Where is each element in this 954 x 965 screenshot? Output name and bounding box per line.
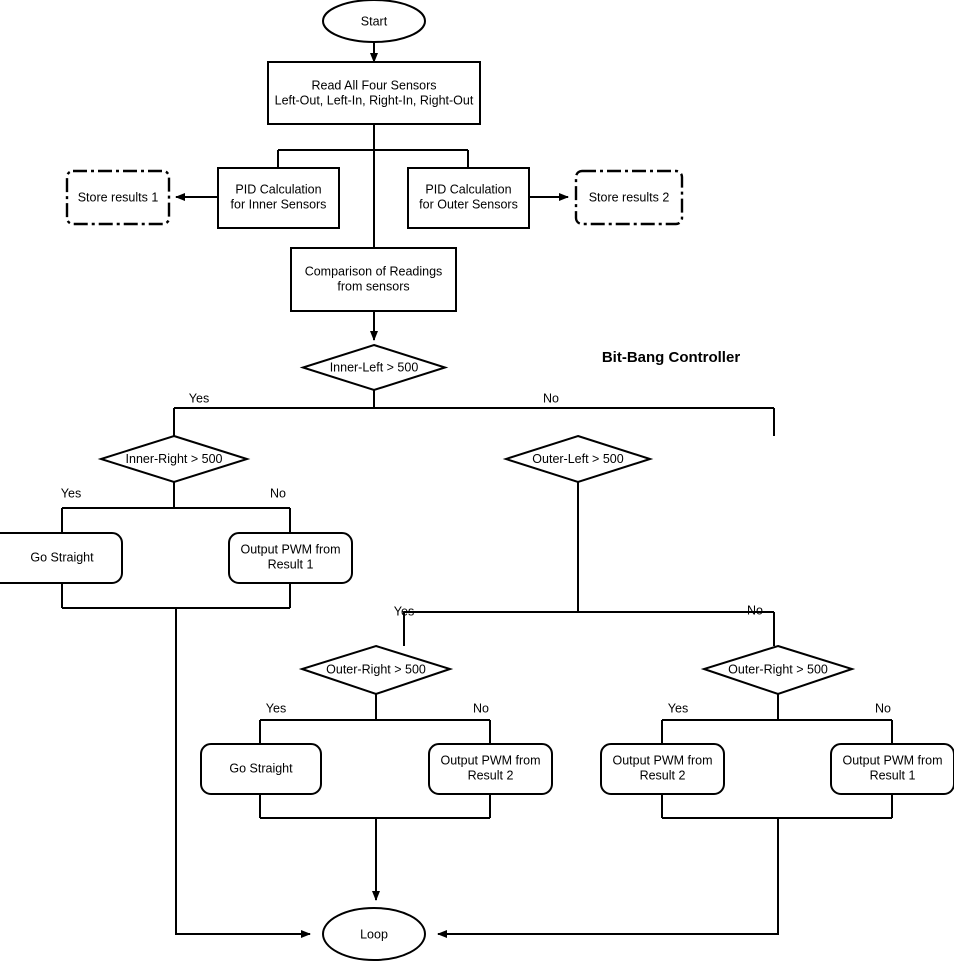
node-pid-outer[interactable]: PID Calculation for Outer Sensors: [407, 167, 530, 229]
node-comparison[interactable]: Comparison of Readings from sensors: [290, 247, 457, 312]
node-decision-inner-left[interactable]: Inner-Left > 500: [299, 343, 449, 392]
edge-label-outer-right-b-no: No: [875, 701, 891, 715]
node-decision-outer-right-b[interactable]: Outer-Right > 500: [700, 644, 856, 696]
store-results-2-label: Store results 2: [589, 190, 670, 204]
decision-outer-right-a-label: Outer-Right > 500: [326, 662, 426, 676]
edge-label-inner-right-yes: Yes: [61, 486, 81, 500]
read-sensors-line1: Read All Four Sensors: [311, 78, 436, 92]
edge-outerright-a-split: [259, 694, 491, 744]
pwm-result1-b-line1: Output PWM from: [842, 753, 942, 767]
edge-outerright-b-merge: [661, 794, 893, 819]
edge-label-inner-left-no: No: [543, 391, 559, 405]
node-loop[interactable]: Loop: [322, 907, 426, 961]
node-pwm-result1-a[interactable]: Output PWM from Result 1: [228, 532, 353, 584]
go-straight-1-label: Go Straight: [30, 550, 94, 564]
edge-label-inner-right-no: No: [270, 486, 286, 500]
node-decision-inner-right[interactable]: Inner-Right > 500: [97, 434, 251, 484]
node-go-straight-1[interactable]: Go Straight: [0, 532, 123, 584]
edge-label-outer-right-a-no: No: [473, 701, 489, 715]
node-pwm-result2-b[interactable]: Output PWM from Result 2: [600, 743, 725, 795]
edge-label-outer-left-yes: Yes: [394, 604, 414, 618]
pwm-result2-b-line2: Result 2: [640, 768, 686, 782]
node-go-straight-2[interactable]: Go Straight: [200, 743, 322, 795]
pid-inner-line1: PID Calculation: [235, 182, 321, 196]
node-start[interactable]: Start: [322, 0, 426, 43]
edge-outerright-a-merge: [259, 794, 491, 819]
loop-label: Loop: [360, 927, 388, 941]
edge-label-inner-left-yes: Yes: [189, 391, 209, 405]
comparison-line1: Comparison of Readings: [305, 264, 443, 278]
edge-label-outer-left-no: No: [747, 603, 763, 617]
pwm-result1-a-line2: Result 1: [268, 557, 314, 571]
node-store-results-2[interactable]: Store results 2: [574, 169, 684, 226]
node-read-sensors[interactable]: Read All Four Sensors Left-Out, Left-In,…: [267, 61, 481, 125]
edge-outerright-b-split: [661, 694, 893, 744]
pwm-result1-a-line1: Output PWM from: [240, 542, 340, 556]
pid-outer-line1: PID Calculation: [425, 182, 511, 196]
pwm-result1-b-line2: Result 1: [870, 768, 916, 782]
node-store-results-1[interactable]: Store results 1: [65, 169, 171, 226]
decision-inner-right-label: Inner-Right > 500: [126, 452, 223, 466]
node-decision-outer-right-a[interactable]: Outer-Right > 500: [298, 644, 454, 696]
node-pwm-result2-a[interactable]: Output PWM from Result 2: [428, 743, 553, 795]
comparison-line2: from sensors: [337, 279, 409, 293]
flowchart-svg: Start Read All Four Sensors Left-Out, Le…: [0, 0, 954, 961]
flowchart-canvas: Start Read All Four Sensors Left-Out, Le…: [0, 0, 954, 965]
decision-outer-right-b-label: Outer-Right > 500: [728, 662, 828, 676]
edge-innerright-split: [61, 482, 291, 533]
decision-inner-left-label: Inner-Left > 500: [330, 360, 419, 374]
decision-outer-left-label: Outer-Left > 500: [532, 452, 623, 466]
start-label: Start: [361, 14, 388, 28]
pid-inner-line2: for Inner Sensors: [231, 197, 327, 211]
edge-innerright-merge: [61, 583, 291, 609]
pwm-result2-a-line2: Result 2: [468, 768, 514, 782]
edge-label-outer-right-a-yes: Yes: [266, 701, 286, 715]
node-pid-inner[interactable]: PID Calculation for Inner Sensors: [217, 167, 340, 229]
diagram-title: Bit-Bang Controller: [602, 349, 740, 366]
pwm-result2-b-line1: Output PWM from: [612, 753, 712, 767]
edge-innerleft-split: [173, 390, 775, 436]
pwm-result2-a-line1: Output PWM from: [440, 753, 540, 767]
edge-right-branch-to-loop: [437, 818, 779, 938]
go-straight-2-label: Go Straight: [229, 761, 293, 775]
pid-outer-line2: for Outer Sensors: [419, 197, 518, 211]
store-results-1-label: Store results 1: [78, 190, 159, 204]
read-sensors-line2: Left-Out, Left-In, Right-In, Right-Out: [275, 93, 474, 107]
edge-outerleft-split: [403, 482, 775, 646]
edge-label-outer-right-b-yes: Yes: [668, 701, 688, 715]
node-decision-outer-left[interactable]: Outer-Left > 500: [502, 434, 654, 484]
node-pwm-result1-b[interactable]: Output PWM from Result 1: [830, 743, 954, 795]
